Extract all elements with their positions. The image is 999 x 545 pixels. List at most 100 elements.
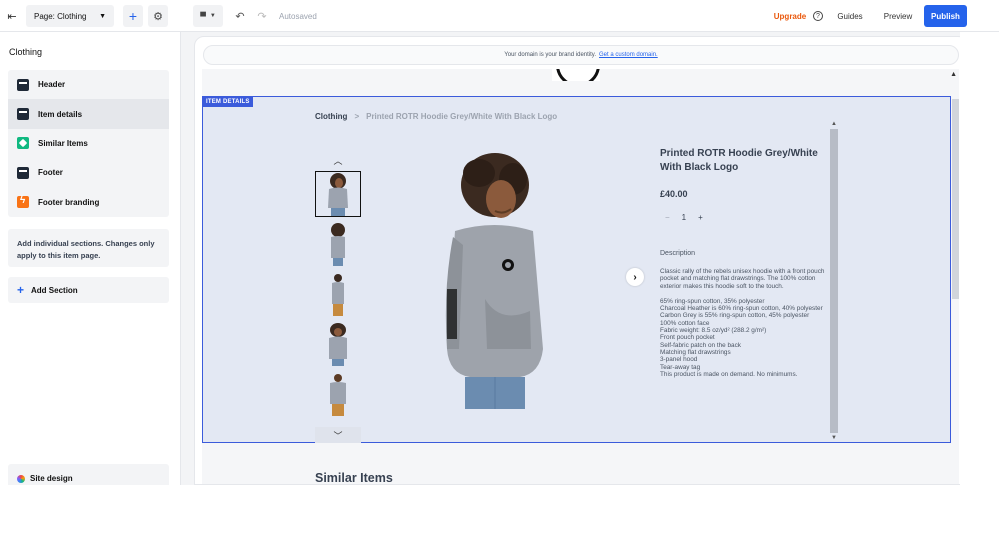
quantity-value: 1: [681, 213, 687, 222]
product-title: Printed ROTR Hoodie Grey/White With Blac…: [660, 148, 818, 173]
spec-line: 65% ring-spun cotton, 35% polyester: [660, 297, 765, 305]
site-logo[interactable]: [552, 69, 600, 81]
gear-icon[interactable]: ⚙: [148, 5, 168, 27]
chevron-down-icon[interactable]: ▼: [831, 435, 837, 441]
quantity-stepper[interactable]: − 1 +: [660, 213, 825, 222]
similar-items-heading: Similar Items: [315, 471, 393, 485]
desktop-icon: ▀: [200, 11, 206, 21]
breadcrumb-separator: >: [354, 112, 360, 121]
chevron-down-icon: ▼: [99, 12, 106, 20]
add-section-button[interactable]: + Add Section: [8, 277, 169, 303]
help-icon: ?: [813, 11, 823, 21]
page-select-label: Page: Clothing: [34, 11, 87, 21]
product-thumbnail[interactable]: [315, 171, 361, 217]
description-label: Description: [660, 250, 696, 257]
palette-icon: [17, 475, 25, 483]
spec-line: 100% cotton face: [660, 319, 710, 327]
product-price: £40.00: [660, 189, 688, 199]
thumbnail-image: [328, 173, 348, 216]
exit-editor-icon[interactable]: ⇤: [4, 5, 20, 27]
guides-button[interactable]: Guides: [830, 5, 870, 27]
minus-icon[interactable]: −: [665, 213, 670, 222]
spec-line: Carbon Grey is 55% ring-spun cotton, 45%…: [660, 312, 810, 320]
top-toolbar: ⇤ Page: Clothing ▼ + ⚙ ▀ ▼ ↶ ↷ Autosaved…: [0, 0, 999, 32]
domain-text: Your domain is your brand identity.: [504, 52, 597, 58]
product-specs: 65% ring-spun cotton, 35% polyester Char…: [660, 298, 825, 378]
domain-banner: Your domain is your brand identity. Get …: [203, 45, 959, 65]
device-select[interactable]: ▀ ▼: [193, 5, 223, 27]
scroll-up-icon[interactable]: ▲: [950, 71, 957, 78]
section-item-similar-items[interactable]: Similar Items: [8, 129, 169, 158]
section-list: Header Item details Similar Items Footer…: [8, 70, 169, 217]
spec-line: This product is made on demand. No minim…: [660, 370, 798, 378]
section-badge: ITEM DETAILS: [203, 97, 253, 107]
help-button[interactable]: ?: [811, 5, 825, 27]
chevron-down-icon: ▼: [209, 13, 216, 19]
breadcrumb: Clothing > Printed ROTR Hoodie Grey/Whit…: [315, 112, 557, 121]
add-page-button[interactable]: +: [123, 5, 143, 27]
site-design-button[interactable]: Site design: [8, 464, 169, 485]
page-scrollbar[interactable]: [952, 99, 959, 299]
section-label: Footer branding: [38, 197, 100, 207]
section-label: Similar Items: [38, 138, 88, 148]
site-page: ▲ ITEM DETAILS Clothing > Printed ROTR H…: [202, 69, 959, 485]
sidebar-title: Clothing: [9, 47, 43, 57]
next-image-button[interactable]: ›: [626, 268, 644, 286]
site-design-label: Site design: [30, 474, 73, 483]
header-icon: [17, 78, 29, 91]
sections-note: Add individual sections. Changes only ap…: [8, 229, 169, 267]
chevron-up-icon[interactable]: ▲: [831, 121, 837, 127]
plus-icon: +: [17, 283, 25, 297]
spec-line: Tear-away tag: [660, 363, 701, 371]
breadcrumb-home[interactable]: Clothing: [315, 112, 347, 121]
product-thumbnail[interactable]: [315, 371, 361, 417]
autosave-status: Autosaved: [279, 11, 317, 21]
chevron-up-icon[interactable]: ︿: [315, 149, 361, 171]
thumbnail-image: [329, 323, 347, 366]
custom-domain-link[interactable]: Get a custom domain.: [599, 52, 658, 58]
section-item-item-details[interactable]: Item details: [8, 99, 169, 129]
site-preview-frame: Your domain is your brand identity. Get …: [194, 36, 968, 485]
section-item-header[interactable]: Header: [8, 70, 169, 99]
thumbnail-image: [332, 274, 344, 316]
page-select[interactable]: Page: Clothing ▼: [26, 5, 114, 27]
spec-line: Self-fabric patch on the back: [660, 341, 741, 349]
spec-line: 3-panel hood: [660, 356, 698, 364]
chevron-down-icon[interactable]: ﹀: [315, 427, 361, 443]
section-label: Footer: [38, 168, 63, 178]
item-details-icon: [17, 108, 29, 121]
description-scrollbar[interactable]: [830, 129, 838, 433]
section-label: Header: [38, 80, 66, 90]
product-thumbnail[interactable]: [315, 221, 361, 267]
editor-canvas: Your domain is your brand identity. Get …: [181, 32, 999, 485]
redo-icon[interactable]: ↷: [254, 5, 270, 27]
thumbnail-image: [331, 223, 345, 266]
product-description: Classic rally of the rebels unisex hoodi…: [660, 268, 825, 290]
product-info: Printed ROTR Hoodie Grey/White With Blac…: [660, 147, 825, 378]
spec-line: Charcoal Heather is 60% ring-spun cotton…: [660, 305, 823, 313]
plus-icon[interactable]: +: [698, 213, 703, 222]
upgrade-link[interactable]: Upgrade: [772, 5, 808, 27]
section-item-footer[interactable]: Footer: [8, 158, 169, 187]
footer-branding-icon: [17, 195, 29, 209]
publish-button[interactable]: Publish: [924, 5, 967, 27]
preview-button[interactable]: Preview: [876, 5, 920, 27]
bottom-blank-area: [0, 485, 999, 545]
undo-icon[interactable]: ↶: [232, 5, 248, 27]
right-gutter: [960, 32, 999, 485]
add-section-label: Add Section: [31, 285, 78, 295]
section-label: Item details: [38, 109, 83, 119]
spec-line: Front pouch pocket: [660, 334, 715, 342]
thumbnail-list: ︿: [315, 149, 361, 421]
product-main-image[interactable]: [435, 149, 550, 409]
item-details-section[interactable]: ITEM DETAILS Clothing > Printed ROTR Hoo…: [202, 96, 951, 443]
sections-sidebar: Clothing Header Item details Similar Ite…: [0, 32, 181, 485]
footer-icon: [17, 166, 29, 179]
spec-line: Fabric weight: 8.5 oz/yd² (288.2 g/m²): [660, 327, 767, 335]
product-thumbnail[interactable]: [315, 321, 361, 367]
section-item-footer-branding[interactable]: Footer branding: [8, 188, 169, 217]
breadcrumb-current: Printed ROTR Hoodie Grey/White With Blac…: [366, 112, 558, 121]
thumbnail-image: [330, 374, 346, 416]
product-thumbnail[interactable]: [315, 271, 361, 317]
spec-line: Matching flat drawstrings: [660, 348, 731, 356]
